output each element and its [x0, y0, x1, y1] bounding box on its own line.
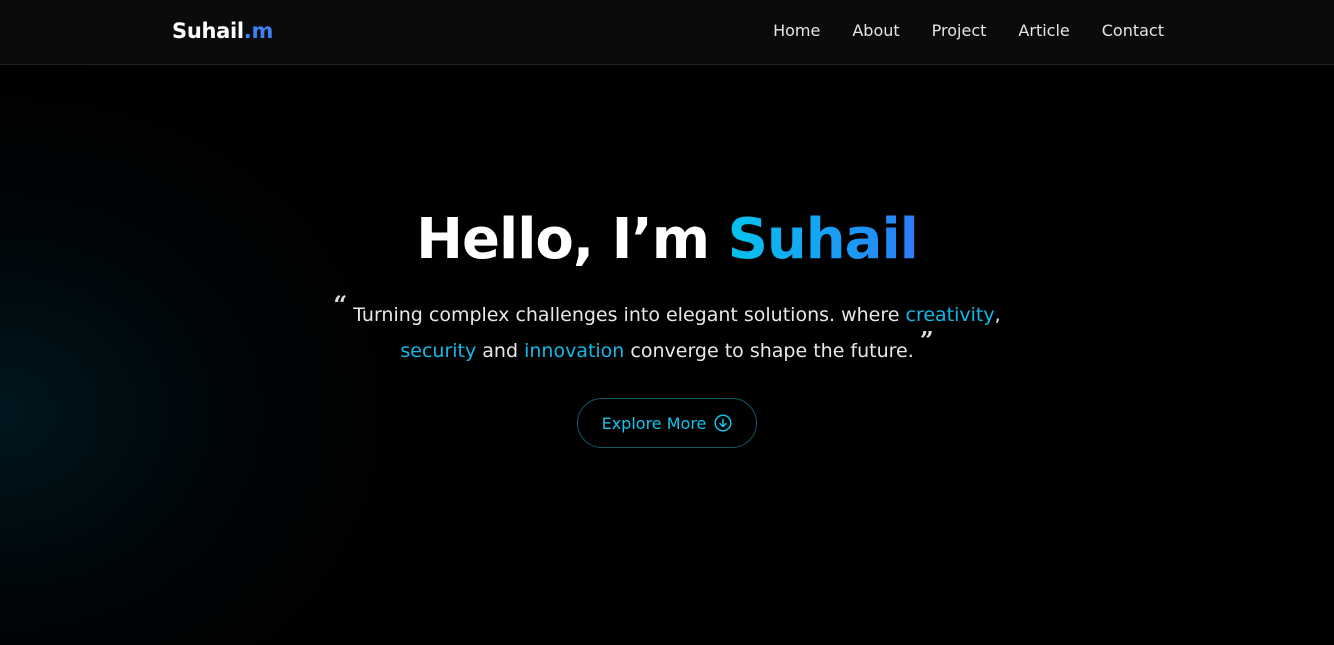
- nav-article[interactable]: Article: [1018, 21, 1069, 40]
- quote-text-1: Turning complex challenges into elegant …: [347, 304, 906, 326]
- quote-close-mark: ”: [919, 326, 934, 355]
- arrow-down-circle-icon: [714, 414, 732, 432]
- quote-open-mark: “: [333, 290, 348, 319]
- quote-security: security: [400, 340, 477, 362]
- site-header: Suhail.m Home About Project Article Cont…: [0, 0, 1334, 65]
- quote-text-2: ,: [994, 304, 1001, 326]
- explore-more-label: Explore More: [601, 413, 707, 433]
- quote-text-3: and: [476, 340, 525, 362]
- nav-about[interactable]: About: [852, 21, 899, 40]
- nav-project[interactable]: Project: [932, 21, 987, 40]
- hero-section: Hello, I’m Suhail “ Turning complex chal…: [0, 200, 1334, 448]
- hero-name: Suhail: [727, 207, 919, 272]
- main-nav: Home About Project Article Contact: [773, 21, 1164, 40]
- page: Suhail.m Home About Project Article Cont…: [0, 0, 1334, 645]
- quote-innovation: innovation: [524, 340, 625, 362]
- logo-name: Suhail: [172, 19, 244, 43]
- button-wrapper: Explore More: [0, 398, 1334, 448]
- nav-contact[interactable]: Contact: [1102, 21, 1164, 40]
- quote-creativity: creativity: [905, 304, 995, 326]
- hero-quote: “ Turning complex challenges into elegan…: [307, 290, 1027, 368]
- hero-title: Hello, I’m Suhail: [0, 200, 1334, 280]
- logo[interactable]: Suhail.m: [172, 19, 273, 43]
- nav-home[interactable]: Home: [773, 21, 820, 40]
- logo-accent: .m: [243, 19, 274, 43]
- hero-greeting: Hello, I’m: [416, 207, 728, 272]
- explore-more-button[interactable]: Explore More: [576, 398, 758, 448]
- quote-text-4: converge to shape the future.: [624, 340, 920, 362]
